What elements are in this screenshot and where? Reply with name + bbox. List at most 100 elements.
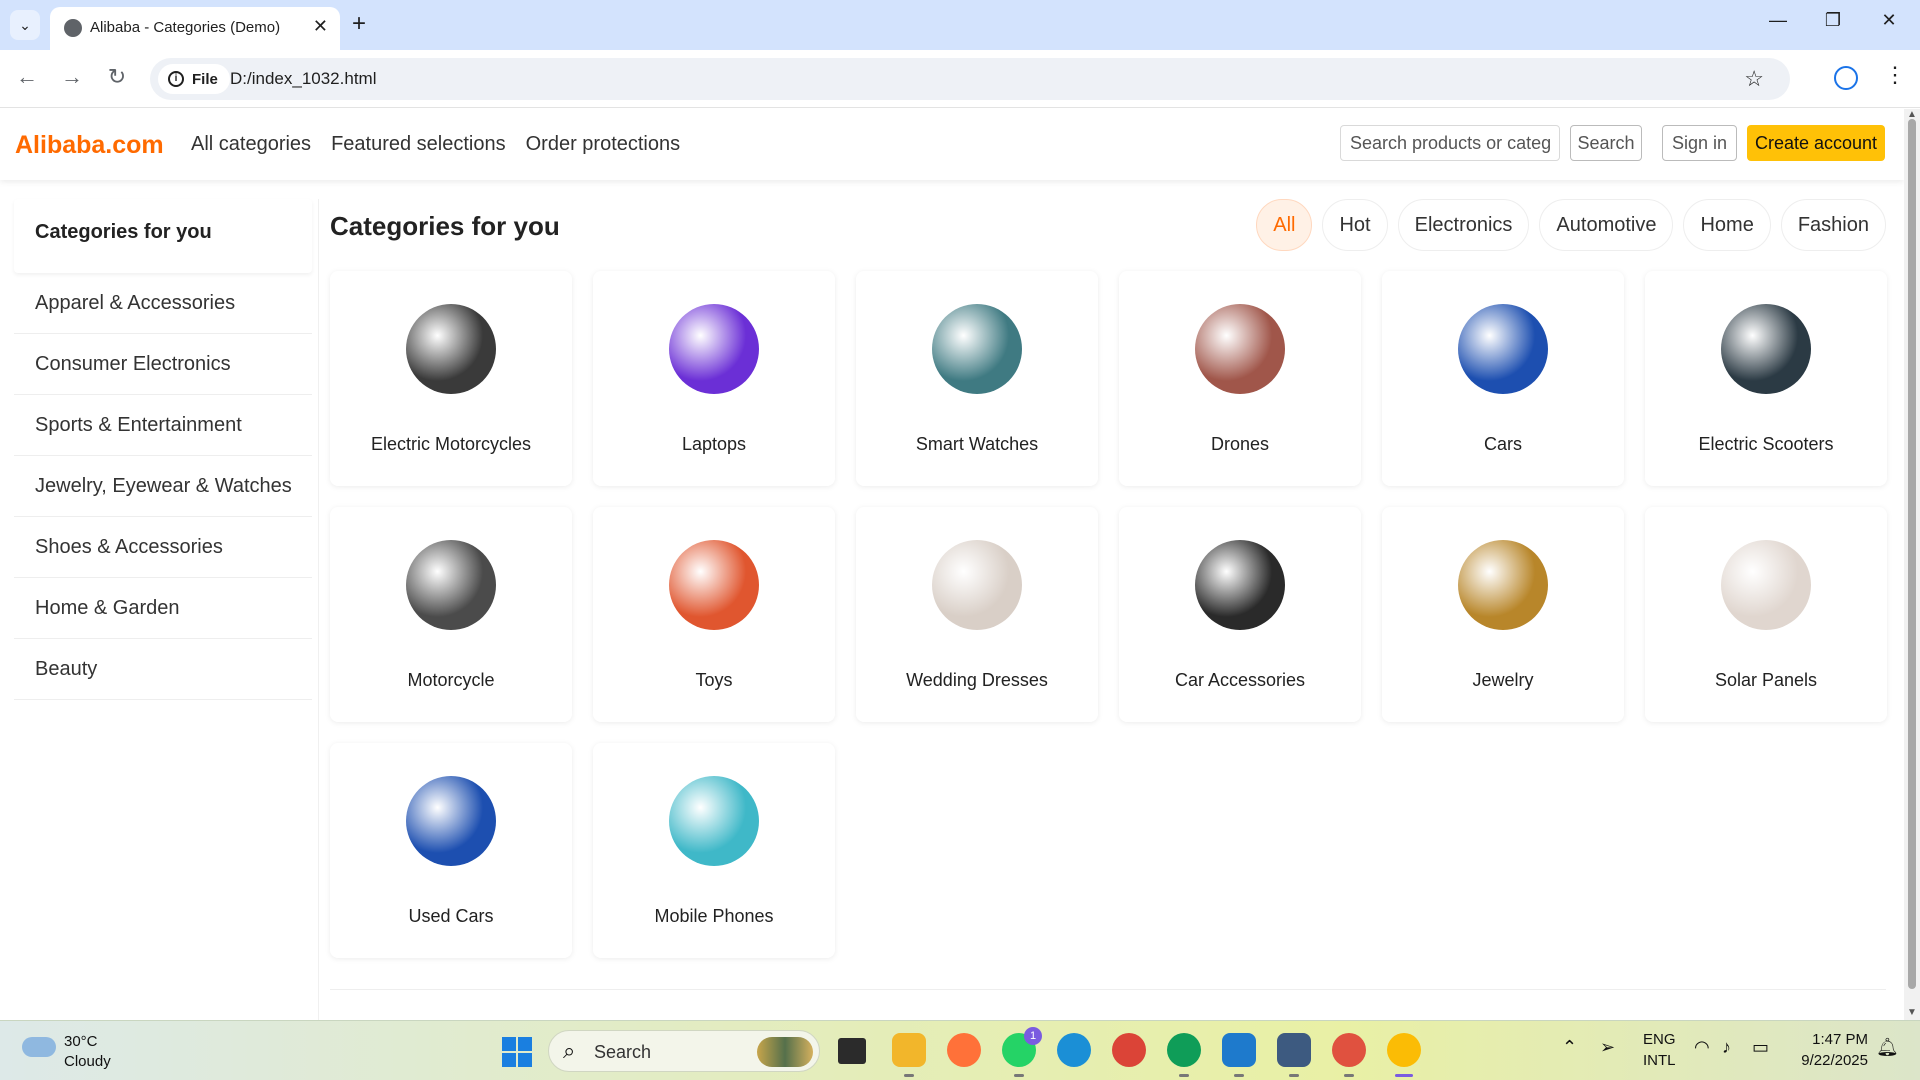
toys-image [669,540,759,630]
notification-bell-icon[interactable]: 🔔︎ [1876,1037,1899,1058]
tab-close-icon[interactable]: ✕ [313,16,328,37]
category-card[interactable]: Jewelry [1382,507,1624,722]
category-card[interactable]: Toys [593,507,835,722]
search-highlight-image [757,1037,813,1067]
location-arrow-icon[interactable]: ➢ [1600,1037,1615,1058]
content-divider [330,989,1886,990]
tray-chevron-up-icon[interactable]: ⌃ [1562,1037,1577,1058]
category-card-label: Mobile Phones [654,906,774,926]
whatsapp-icon[interactable]: 1 [1002,1027,1042,1077]
new-tab-plus-icon[interactable]: + [352,10,366,38]
filter-chip-hot[interactable]: Hot [1322,199,1388,251]
category-card[interactable]: Electric Motorcycles [330,271,572,486]
category-card[interactable]: Solar Panels [1645,507,1887,722]
site-logo[interactable]: Alibaba.com [15,131,164,160]
windows-start-icon[interactable] [502,1037,532,1067]
sidebar-title: Categories for you [14,199,312,273]
filter-chip-fashion[interactable]: Fashion [1780,199,1886,251]
smart-watch-image [932,304,1022,394]
globe-icon [64,19,82,37]
nav-all-categories[interactable]: All categories [191,133,311,156]
page-scrollbar[interactable]: ▲ ▼ [1904,109,1920,1020]
clock-time[interactable]: 1:47 PM [1778,1031,1868,1048]
car-accessory-image [1195,540,1285,630]
chrome-m-profile-icon[interactable] [1332,1033,1366,1077]
search-input[interactable] [1340,125,1560,161]
volume-icon[interactable]: ♪ [1722,1037,1731,1058]
sidebar-item-sports[interactable]: Sports & Entertainment [14,395,312,456]
sidebar-item-apparel[interactable]: Apparel & Accessories [14,273,312,334]
category-card-label: Solar Panels [1714,670,1818,690]
url-text[interactable]: D:/index_1032.html [230,69,376,89]
profile-icon[interactable] [1834,66,1858,90]
more-menu-icon[interactable]: ⋮ [1884,62,1906,88]
filter-chip-electronics[interactable]: Electronics [1397,199,1530,251]
reload-icon[interactable]: ↻ [102,64,132,90]
clock-date[interactable]: 9/22/2025 [1778,1052,1868,1069]
keyboard-layout[interactable]: INTL [1643,1052,1676,1069]
category-card[interactable]: Car Accessories [1119,507,1361,722]
category-card-label: Used Cars [408,906,494,926]
top-nav: All categories Featured selections Order… [191,133,680,156]
forward-arrow-icon[interactable]: → [57,64,87,90]
solar-panel-image [1721,540,1811,630]
nav-order-protections[interactable]: Order protections [526,133,681,156]
category-card-label: Smart Watches [915,434,1039,454]
edge-icon[interactable] [1057,1033,1091,1067]
category-card[interactable]: Electric Scooters [1645,271,1887,486]
nav-featured-selections[interactable]: Featured selections [331,133,506,156]
filter-chip-all[interactable]: All [1256,199,1313,251]
category-card[interactable]: Cars [1382,271,1624,486]
jewelry-image [1458,540,1548,630]
weather-description[interactable]: Cloudy [64,1053,111,1070]
chrome-profile-icon[interactable] [1167,1033,1201,1077]
filter-chip-automotive[interactable]: Automotive [1539,199,1674,251]
category-card[interactable]: Used Cars [330,743,572,958]
filter-chip-home[interactable]: Home [1683,199,1771,251]
category-card[interactable]: Smart Watches [856,271,1098,486]
vscode-icon[interactable] [1222,1033,1256,1077]
task-view-icon[interactable] [838,1038,866,1064]
chrome-active-icon[interactable] [1387,1033,1421,1077]
taskbar-search-box[interactable]: ⌕ Search [548,1030,820,1072]
browser-tab[interactable]: Alibaba - Categories (Demo) ✕ [50,7,340,50]
category-card[interactable]: Drones [1119,271,1361,486]
sidebar-item-beauty[interactable]: Beauty [14,639,312,700]
sidebar-item-home-garden[interactable]: Home & Garden [14,578,312,639]
scroll-down-arrow-icon[interactable]: ▼ [1907,1007,1917,1018]
firefox-icon[interactable] [947,1033,981,1067]
address-bar[interactable]: i File D:/index_1032.html ☆ [150,58,1790,100]
language-code[interactable]: ENG [1643,1031,1676,1048]
category-card[interactable]: Motorcycle [330,507,572,722]
minimize-icon[interactable]: — [1763,10,1793,31]
image-app-icon[interactable] [1277,1033,1311,1077]
category-card-label: Jewelry [1472,670,1534,690]
wifi-icon[interactable]: ◠ [1694,1037,1710,1058]
create-account-button[interactable]: Create account [1747,125,1885,161]
sidebar-item-jewelry-eyewear[interactable]: Jewelry, Eyewear & Watches [14,456,312,517]
weather-temperature[interactable]: 30°C [64,1033,98,1050]
bookmark-star-icon[interactable]: ☆ [1744,66,1764,92]
chrome-icon[interactable] [1112,1033,1146,1067]
scrollbar-thumb[interactable] [1908,119,1916,989]
sign-in-button[interactable]: Sign in [1662,125,1737,161]
category-card[interactable]: Wedding Dresses [856,507,1098,722]
sidebar-item-shoes[interactable]: Shoes & Accessories [14,517,312,578]
main-title: Categories for you [330,211,560,241]
restore-icon[interactable]: ❐ [1818,10,1848,31]
category-card[interactable]: Laptops [593,271,835,486]
file-explorer-icon[interactable] [892,1033,926,1077]
sidebar-item-consumer-electronics[interactable]: Consumer Electronics [14,334,312,395]
category-card[interactable]: Mobile Phones [593,743,835,958]
search-button[interactable]: Search [1570,125,1642,161]
tab-search-chevron-icon[interactable]: ⌄ [10,10,40,40]
site-info-chip[interactable]: i File [158,64,230,94]
wedding-dress-image [932,540,1022,630]
filter-chips: All Hot Electronics Automotive Home Fash… [1256,199,1886,251]
back-arrow-icon[interactable]: ← [12,64,42,90]
category-card-label: Laptops [681,434,747,454]
close-window-icon[interactable]: ✕ [1874,10,1904,31]
battery-icon[interactable]: ▭ [1752,1037,1769,1058]
cloud-icon[interactable] [22,1037,56,1057]
page-viewport: Alibaba.com All categories Featured sele… [0,109,1904,1020]
